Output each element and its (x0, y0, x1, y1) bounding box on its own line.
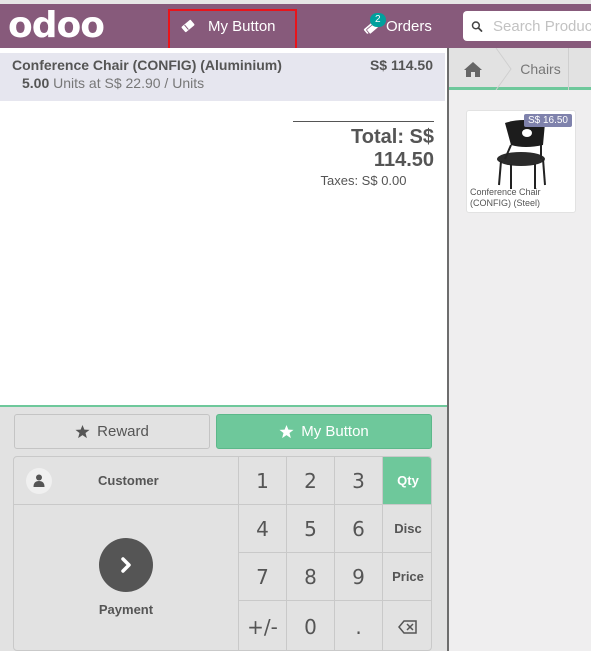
chevron-right-icon (121, 557, 131, 573)
customer-avatar (26, 467, 52, 494)
order-line-qty: 5.00 (22, 75, 50, 91)
product-card[interactable]: S$ 16.50 Conference Chair (CONFIG) (Stee… (466, 110, 576, 213)
product-name: Conference Chair (CONFIG) (Steel) (470, 187, 541, 208)
backspace-icon (398, 619, 417, 634)
mode-price-button[interactable]: Price (383, 553, 431, 601)
category-breadcrumb: Chairs (449, 48, 591, 90)
reward-button-label: Reward (97, 423, 149, 440)
odoo-logo: odoo (8, 5, 105, 46)
numpad-key-8[interactable]: 8 (287, 553, 335, 601)
my-button-control[interactable]: My Button (216, 414, 432, 449)
customer-label: Customer (98, 473, 159, 488)
orders-label: Orders (386, 17, 432, 35)
my-button-control-label: My Button (301, 423, 369, 440)
control-pads: Reward My Button Customer Payment 1 2 3 (0, 405, 447, 651)
numpad-key-7[interactable]: 7 (239, 553, 287, 601)
order-line[interactable]: Conference Chair (CONFIG) (Aluminium) S$… (0, 53, 445, 101)
numpad-key-3[interactable]: 3 (335, 457, 383, 505)
numpad-key-plus-minus[interactable]: +/- (239, 601, 287, 650)
order-line-detail: Units at S$ 22.90 / Units (53, 75, 205, 91)
search-products-input[interactable] (493, 17, 591, 35)
numpad-key-9[interactable]: 9 (335, 553, 383, 601)
order-summary: Total: S$ 114.50 Taxes: S$ 0.00 (293, 121, 434, 188)
backspace-button[interactable] (383, 601, 431, 650)
numpad-key-1[interactable]: 1 (239, 457, 287, 505)
orders-count-badge: 2 (370, 13, 386, 27)
numpad-key-2[interactable]: 2 (287, 457, 335, 505)
product-price-tag: S$ 16.50 (523, 114, 572, 127)
home-category-button[interactable] (449, 48, 497, 90)
my-button-header[interactable]: My Button (180, 4, 276, 48)
star-icon (75, 424, 90, 439)
order-panel: Conference Chair (CONFIG) (Aluminium) S$… (0, 48, 447, 651)
breadcrumb-chairs[interactable]: Chairs (513, 48, 569, 90)
payment-label: Payment (98, 602, 154, 617)
order-total: Total: S$ 114.50 (351, 126, 434, 171)
my-button-header-label: My Button (208, 17, 276, 35)
pos-navbar: odoo My Button Orders 2 (0, 4, 591, 48)
mode-qty-button[interactable]: Qty (383, 457, 431, 505)
search-box[interactable] (463, 11, 591, 41)
home-icon (464, 61, 482, 77)
numpad-key-decimal[interactable]: . (335, 601, 383, 650)
numpad-key-4[interactable]: 4 (239, 505, 287, 553)
numpad-key-6[interactable]: 6 (335, 505, 383, 553)
reward-button[interactable]: Reward (14, 414, 210, 449)
numpad-key-0[interactable]: 0 (287, 601, 335, 650)
ticket-icon (181, 19, 195, 33)
numpad-grid: Customer Payment 1 2 3 Qty 4 5 6 Disc 7 … (13, 456, 432, 651)
payment-button[interactable]: Payment (14, 505, 239, 650)
numpad-key-5[interactable]: 5 (287, 505, 335, 553)
product-panel: Chairs S$ 16.50 Conference Chair (CONFIG… (449, 48, 591, 651)
star-icon (279, 424, 294, 439)
order-line-info: 5.00 Units at S$ 22.90 / Units (22, 75, 433, 91)
user-icon (33, 474, 45, 487)
order-line-price: S$ 114.50 (369, 57, 433, 73)
breadcrumb-separator (495, 48, 512, 90)
search-icon (471, 20, 483, 32)
payment-circle (99, 538, 153, 592)
customer-button[interactable]: Customer (14, 457, 239, 505)
order-taxes: Taxes: S$ 0.00 (320, 173, 407, 188)
mode-disc-button[interactable]: Disc (383, 505, 431, 553)
